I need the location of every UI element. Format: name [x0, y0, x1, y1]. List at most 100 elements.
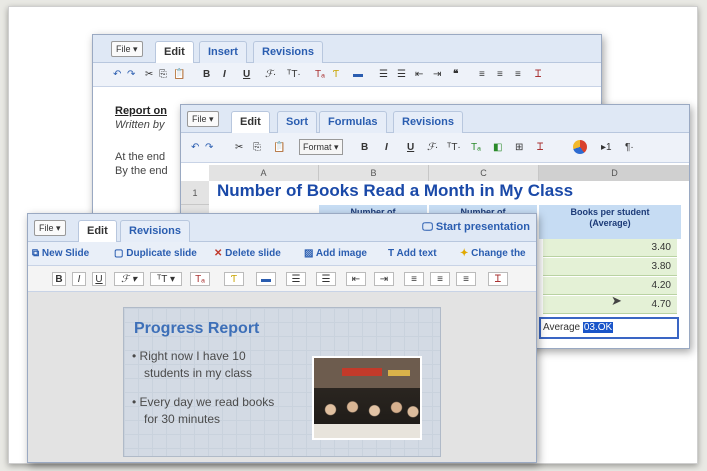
redo-icon[interactable]: ↷ [127, 68, 135, 82]
file-menu-button[interactable]: File ▾ [34, 220, 66, 236]
average-cell[interactable]: Average 03.OK [539, 317, 679, 339]
align-left-icon[interactable]: ≡ [404, 272, 424, 286]
text-color-icon[interactable]: Tₐ [471, 141, 481, 155]
align-center-icon[interactable]: ≡ [430, 272, 450, 286]
value-cell[interactable]: 4.20 [543, 277, 677, 295]
italic-icon[interactable]: I [72, 272, 86, 286]
font-icon[interactable]: ℱ ▾ [114, 272, 144, 286]
font-size-icon[interactable]: ᵀT ▾ [150, 272, 182, 286]
outdent-icon[interactable]: ⇤ [415, 68, 423, 82]
change-theme-button[interactable]: ✦ Change the [460, 248, 526, 259]
cut-icon[interactable]: ✂ [235, 141, 243, 155]
chart-icon[interactable] [573, 140, 587, 154]
clear-format-icon[interactable]: Ꮖ [488, 272, 508, 286]
underline-icon[interactable]: U [407, 141, 414, 155]
numbered-list-icon[interactable]: ☰ [286, 272, 306, 286]
column-header-b[interactable]: B [319, 165, 429, 181]
underline-icon[interactable]: U [92, 272, 106, 286]
underline-icon[interactable]: U [243, 68, 250, 82]
clear-format-icon[interactable]: Ꮖ [537, 141, 544, 155]
presentation-window: File ▾ Edit Revisions 🖵 Start presentati… [27, 213, 537, 463]
tab-sort[interactable]: Sort [277, 111, 317, 133]
slide-bullet[interactable]: • Every day we read books for 30 minutes [132, 394, 274, 428]
fill-color-icon[interactable]: ◧ [493, 141, 502, 155]
duplicate-slide-button[interactable]: ▢ Duplicate slide [114, 248, 197, 259]
quote-icon[interactable]: ❝ [453, 68, 458, 82]
font-icon[interactable]: ℱ· [265, 68, 276, 82]
slide-workspace: Progress Report • Right now I have 10 st… [28, 292, 536, 462]
header-cell-d[interactable]: Books per student (Average) [539, 205, 681, 239]
undo-icon[interactable]: ↶ [191, 141, 199, 155]
tab-revisions[interactable]: Revisions [120, 220, 190, 242]
align-right-icon[interactable]: ≡ [515, 68, 521, 82]
tab-revisions[interactable]: Revisions [253, 41, 323, 63]
italic-icon[interactable]: I [385, 141, 388, 155]
link-icon[interactable]: ▬ [256, 272, 276, 286]
bullet-dot: • [132, 349, 137, 363]
align-center-icon[interactable]: ≡ [497, 68, 503, 82]
new-slide-button[interactable]: ⧉ New Slide [32, 248, 89, 259]
font-size-icon[interactable]: ᵀT· [287, 68, 301, 82]
cut-icon[interactable]: ✂ [145, 68, 153, 82]
bold-icon[interactable]: B [361, 141, 368, 155]
tab-edit[interactable]: Edit [78, 220, 117, 243]
add-text-button[interactable]: T Add text [388, 248, 437, 259]
delete-slide-button[interactable]: ✕ Delete slide [214, 248, 281, 259]
italic-icon[interactable]: I [223, 68, 226, 82]
highlight-icon[interactable]: Ƭ [333, 68, 339, 82]
slide-actions-bar: ⧉ New Slide ▢ Duplicate slide ✕ Delete s… [28, 242, 536, 266]
column-header-a[interactable]: A [209, 165, 319, 181]
highlight-icon[interactable]: Ƭ [224, 272, 244, 286]
font-size-icon[interactable]: ᵀT· [447, 141, 461, 155]
copy-icon[interactable]: ⎘ [159, 68, 167, 82]
slide-bullet[interactable]: • Right now I have 10 students in my cla… [132, 348, 252, 382]
document-tabbar: File ▾ Edit Insert Revisions [93, 35, 601, 64]
start-presentation-button[interactable]: 🖵 Start presentation [422, 221, 530, 234]
slide-canvas[interactable]: Progress Report • Right now I have 10 st… [123, 307, 441, 457]
format-dropdown[interactable]: Format ▾ [299, 139, 343, 155]
file-menu-button[interactable]: File ▾ [111, 41, 143, 57]
value-cell[interactable]: 4.70 [543, 296, 677, 314]
indent-icon[interactable]: ⇥ [374, 272, 394, 286]
outdent-icon[interactable]: ⇤ [346, 272, 366, 286]
clear-format-icon[interactable]: Ꮖ [535, 68, 542, 82]
file-menu-button[interactable]: File ▾ [187, 111, 219, 127]
sheet-title-cell[interactable]: Number of Books Read a Month in My Class [217, 181, 573, 201]
value-cell[interactable]: 3.80 [543, 258, 677, 276]
tab-revisions[interactable]: Revisions [393, 111, 463, 133]
row-header-1[interactable]: 1 [181, 181, 209, 205]
bullet-list-icon[interactable]: ☰ [316, 272, 336, 286]
tab-edit[interactable]: Edit [231, 111, 270, 134]
bold-icon[interactable]: B [52, 272, 66, 286]
average-value: 03.OK [582, 322, 614, 333]
bold-icon[interactable]: B [203, 68, 210, 82]
undo-icon[interactable]: ↶ [113, 68, 121, 82]
sort-ascending-icon[interactable]: ▸1 [601, 141, 612, 155]
sort-descending-icon[interactable]: ¶· [625, 141, 634, 155]
tab-formulas[interactable]: Formulas [319, 111, 387, 133]
slide-title[interactable]: Progress Report [134, 320, 259, 338]
document-toolbar: ↶ ↷ ✂ ⎘ 📋 B I U ℱ· ᵀT· Tₐ Ƭ ▬ ☰ ☰ ⇤ ⇥ ❝ … [93, 63, 601, 87]
average-label: Average [543, 322, 581, 333]
borders-icon[interactable]: ⊞ [515, 141, 523, 155]
bullet-list-icon[interactable]: ☰ [397, 68, 406, 82]
font-icon[interactable]: ℱ· [427, 141, 438, 155]
column-header-c[interactable]: C [429, 165, 539, 181]
add-image-button[interactable]: ▨ Add image [304, 248, 367, 259]
column-header-d[interactable]: D [539, 165, 689, 181]
tab-insert[interactable]: Insert [199, 41, 247, 63]
tab-edit[interactable]: Edit [155, 41, 194, 64]
link-icon[interactable]: ▬ [353, 68, 363, 82]
classroom-photo[interactable] [312, 356, 422, 440]
indent-icon[interactable]: ⇥ [433, 68, 441, 82]
align-right-icon[interactable]: ≡ [456, 272, 476, 286]
paste-icon[interactable]: 📋 [173, 68, 185, 82]
redo-icon[interactable]: ↷ [205, 141, 213, 155]
align-left-icon[interactable]: ≡ [479, 68, 485, 82]
numbered-list-icon[interactable]: ☰ [379, 68, 388, 82]
text-color-icon[interactable]: Tₐ [190, 272, 210, 286]
text-color-icon[interactable]: Tₐ [315, 68, 325, 82]
copy-icon[interactable]: ⎘ [253, 141, 261, 155]
paste-icon[interactable]: 📋 [273, 141, 285, 155]
value-cell[interactable]: 3.40 [543, 239, 677, 257]
